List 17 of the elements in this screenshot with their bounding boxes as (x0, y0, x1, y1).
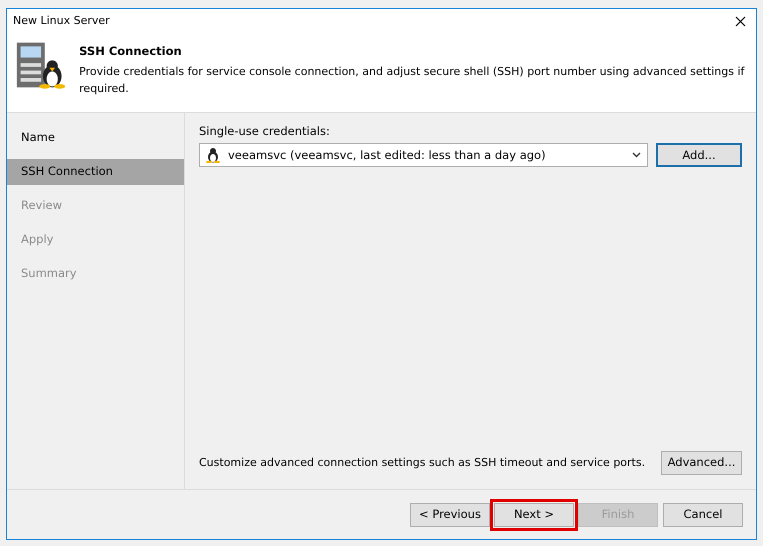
close-icon[interactable] (735, 16, 746, 26)
credentials-label: Single-use credentials: (199, 123, 331, 140)
advanced-settings-text: Customize advanced connection settings such as SSH timeout and service ports. (199, 454, 646, 471)
wizard-button[interactable]: Cancel (663, 502, 743, 526)
add-button[interactable]: Add... (656, 143, 742, 168)
advanced-button[interactable]: Advanced... (661, 451, 742, 475)
wizard-step[interactable]: Name (7, 125, 184, 151)
wizard-button[interactable]: < Previous (410, 502, 490, 526)
page-description: Provide credentials for service console connection, and adjust secure shell (SSH) port number using advanced settings if required. (79, 64, 746, 98)
penguin-icon (206, 147, 220, 164)
wizard-button[interactable]: Next > (494, 502, 574, 526)
chevron-down-icon (632, 152, 641, 158)
dropdown-value: veeamsvc (veeamsvc, last edited: less than a day ago) (228, 146, 547, 164)
credentials-dropdown[interactable]: veeamsvc (veeamsvc, last edited: less than a day ago) (199, 143, 648, 168)
wizard-step[interactable]: SSH Connection (7, 159, 184, 185)
page-title: SSH Connection (79, 43, 183, 60)
window-title: New Linux Server (13, 12, 110, 29)
